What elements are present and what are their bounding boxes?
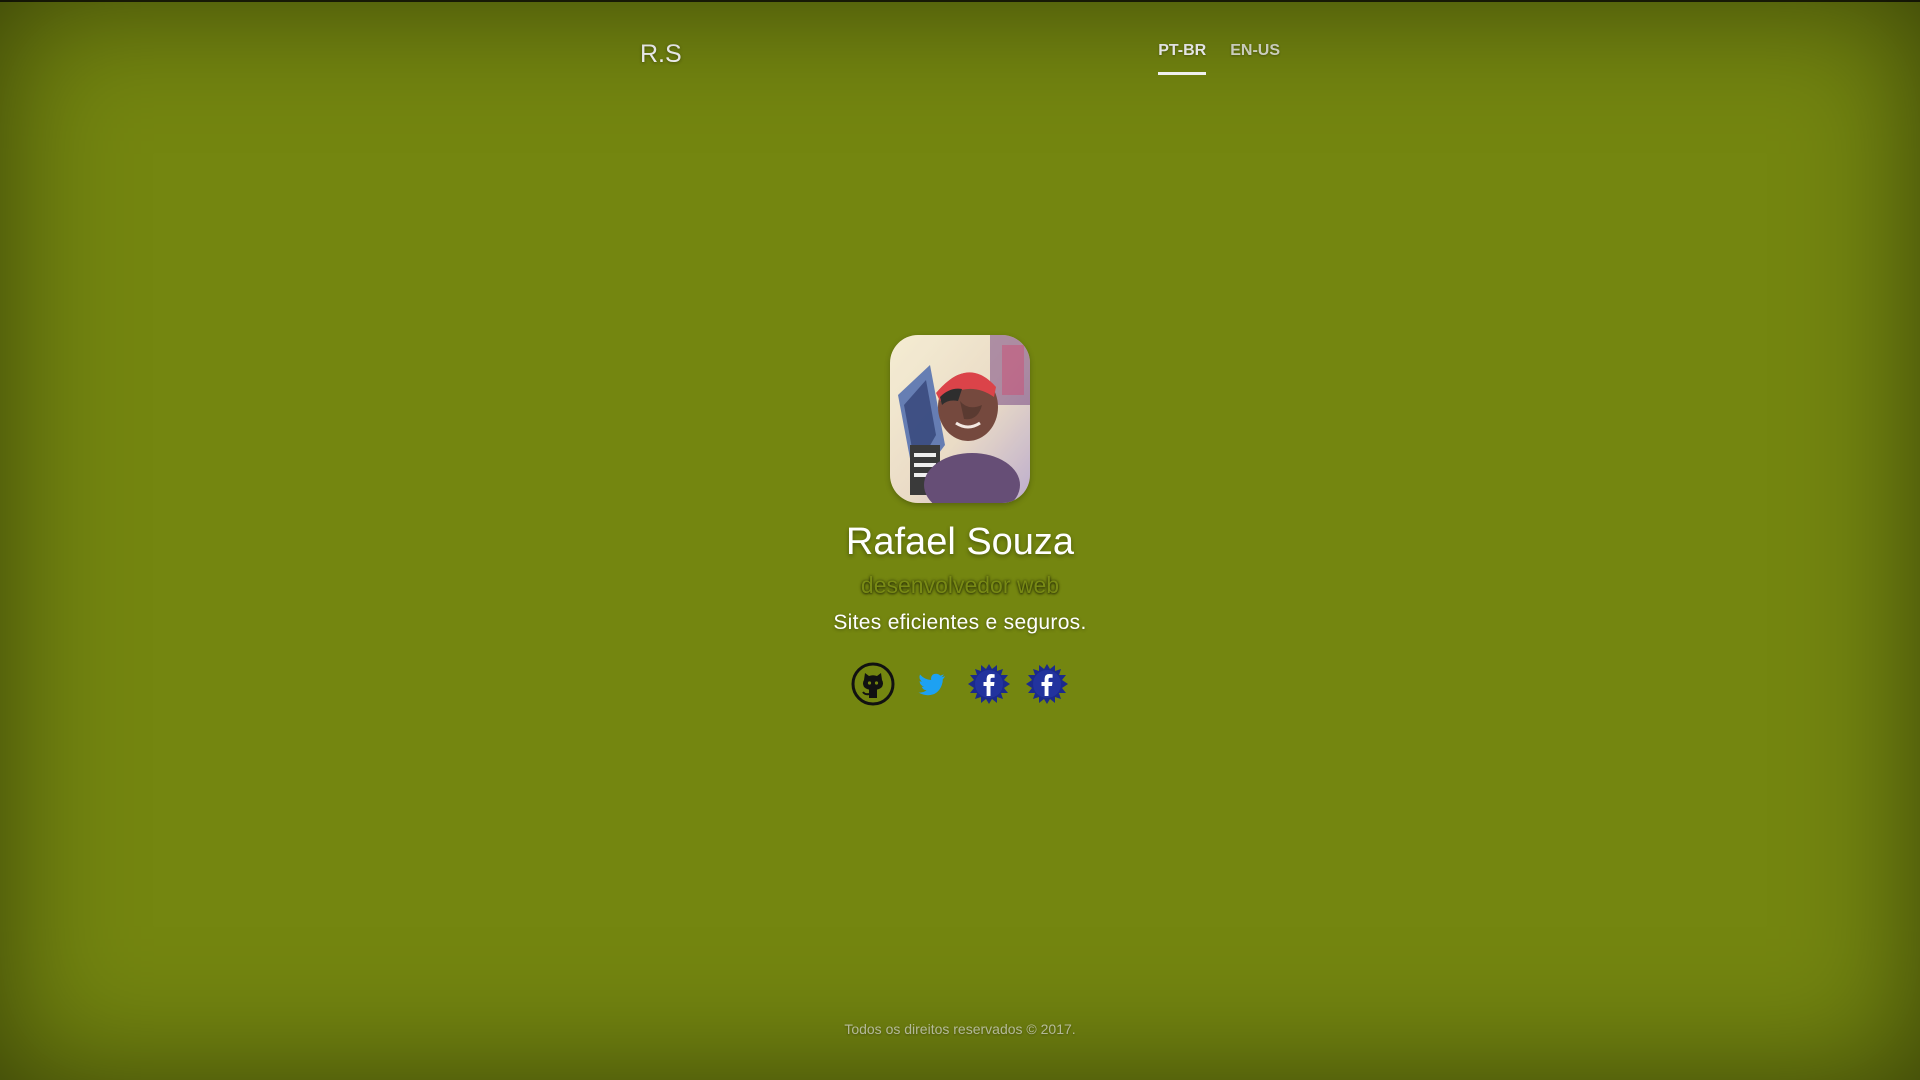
facebook-icon	[1026, 664, 1068, 704]
profile-role: desenvolvedor web	[860, 572, 1060, 598]
language-nav: PT-BR EN-US	[1158, 42, 1280, 75]
twitter-icon	[918, 673, 945, 696]
facebook-icon	[968, 664, 1010, 704]
site-header: R.S PT-BR EN-US	[640, 36, 1280, 76]
facebook-link-2[interactable]	[1024, 661, 1070, 707]
brand-logo-link[interactable]: R.S	[640, 40, 682, 69]
avatar	[890, 335, 1030, 503]
github-icon	[851, 662, 895, 706]
profile-name: Rafael Souza	[845, 521, 1075, 563]
top-border	[0, 0, 1920, 2]
profile-section: Rafael Souza desenvolvedor web Sites efi…	[0, 335, 1920, 707]
footer-copyright: Todos os direitos reservados © 2017.	[844, 1021, 1076, 1037]
facebook-link[interactable]	[966, 661, 1012, 707]
twitter-link[interactable]	[908, 661, 954, 707]
lang-pt-br-link[interactable]: PT-BR	[1158, 42, 1207, 75]
social-links	[0, 661, 1920, 707]
lang-en-us-link[interactable]: EN-US	[1230, 42, 1280, 75]
avatar-photo	[890, 335, 1030, 503]
github-link[interactable]	[850, 661, 896, 707]
profile-tagline: Sites eficientes e seguros.	[833, 611, 1087, 634]
